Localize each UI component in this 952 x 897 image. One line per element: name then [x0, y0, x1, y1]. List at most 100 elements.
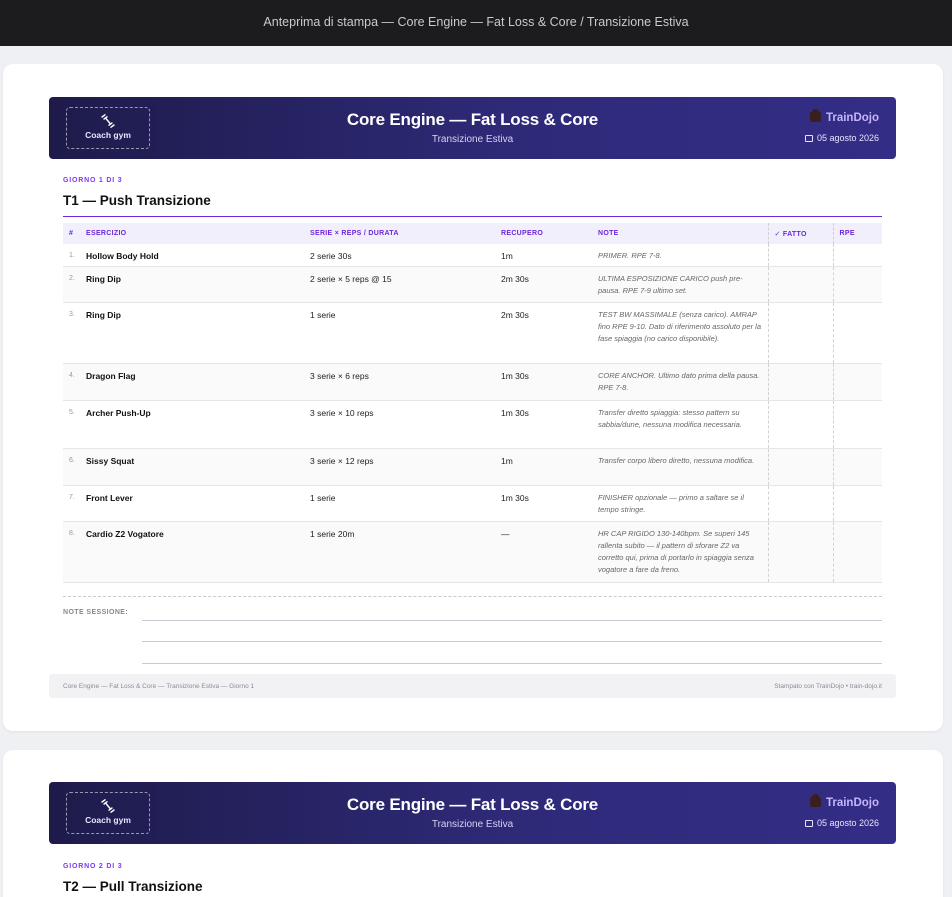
title-rule: [63, 216, 882, 217]
date-text: 05 agosto 2026: [816, 818, 879, 828]
rpe-cell[interactable]: [832, 521, 882, 583]
row-num: 7.: [63, 485, 80, 522]
calendar-icon: [804, 135, 813, 142]
exercise-note: CORE ANCHOR. Ultimo dato prima della pau…: [592, 363, 768, 401]
rpe-cell[interactable]: [832, 244, 882, 267]
done-cell[interactable]: [767, 485, 833, 522]
exercise-note: HR CAP RIGIDO 130-140bpm. Se superi 145 …: [592, 521, 768, 583]
table-header-row: # ESERCIZIO SERIE × REPS / DURATA RECUPE…: [63, 223, 882, 244]
notes-line[interactable]: [142, 620, 882, 621]
done-cell[interactable]: [767, 400, 833, 449]
program-title: Core Engine — Fat Loss & Core: [346, 110, 599, 129]
rpe-cell[interactable]: [832, 448, 882, 486]
exercise-sets: 2 serie × 5 reps @ 15: [304, 266, 495, 303]
col-rpe: RPE: [832, 223, 882, 244]
program-title: Core Engine — Fat Loss & Core: [346, 795, 599, 814]
day-kicker: GIORNO 1 DI 3: [63, 177, 123, 184]
table-row: 6. Sissy Squat 3 serie × 12 reps 1m Tran…: [63, 448, 882, 486]
exercise-name: Hollow Body Hold: [80, 244, 304, 267]
exercise-name: Front Lever: [80, 485, 304, 522]
rpe-cell[interactable]: [832, 485, 882, 522]
table-row: 2. Ring Dip 2 serie × 5 reps @ 15 2m 30s…: [63, 266, 882, 303]
exercise-rest: 1m 30s: [495, 400, 592, 449]
window-title: Anteprima di stampa — Core Engine — Fat …: [263, 15, 689, 29]
program-banner: Coach gym Core Engine — Fat Loss & Core …: [49, 782, 896, 844]
row-num: 2.: [63, 266, 80, 303]
table-row: 4. Dragon Flag 3 serie × 6 reps 1m 30s C…: [63, 363, 882, 401]
dojo-logo-icon: [809, 794, 821, 807]
print-page-2: Coach gym Core Engine — Fat Loss & Core …: [3, 750, 943, 897]
exercise-sets: 1 serie: [304, 485, 495, 522]
exercise-note: PRIMER. RPE 7-8.: [592, 244, 768, 267]
brand: TrainDojo: [809, 794, 879, 809]
done-cell[interactable]: [767, 363, 833, 401]
exercise-name: Archer Push-Up: [80, 400, 304, 449]
col-done: ✓ FATTO: [767, 223, 833, 244]
rpe-cell[interactable]: [832, 266, 882, 303]
row-num: 8.: [63, 521, 80, 583]
exercise-rest: 1m 30s: [495, 485, 592, 522]
table-row: 7. Front Lever 1 serie 1m 30s FINISHER o…: [63, 485, 882, 522]
exercise-sets: 3 serie × 6 reps: [304, 363, 495, 401]
notes-separator: [63, 596, 882, 597]
print-preview-titlebar: Anteprima di stampa — Core Engine — Fat …: [0, 0, 952, 46]
page-footer: Core Engine — Fat Loss & Core — Transizi…: [49, 674, 896, 698]
day-title: T1 — Push Transizione: [63, 193, 211, 208]
date-text: 05 agosto 2026: [816, 133, 879, 143]
exercise-rest: 2m 30s: [495, 302, 592, 364]
footer-left: Core Engine — Fat Loss & Core — Transizi…: [63, 683, 255, 690]
notes-line[interactable]: [142, 641, 882, 642]
day-kicker: GIORNO 2 DI 3: [63, 863, 123, 870]
exercise-rest: 1m: [495, 448, 592, 486]
rpe-cell[interactable]: [832, 302, 882, 364]
exercise-note: Transfer diretto spiaggia: stesso patter…: [592, 400, 768, 449]
exercise-name: Ring Dip: [80, 266, 304, 303]
row-num: 6.: [63, 448, 80, 486]
exercise-sets: 3 serie × 10 reps: [304, 400, 495, 449]
brand-name: TrainDojo: [825, 112, 879, 124]
brand: TrainDojo: [809, 109, 879, 124]
exercise-note: Transfer corpo libero diretto, nessuna m…: [592, 448, 768, 486]
row-num: 1.: [63, 244, 80, 267]
col-num: #: [63, 223, 80, 244]
exercise-sets: 1 serie 20m: [304, 521, 495, 583]
exercise-sets: 3 serie × 12 reps: [304, 448, 495, 486]
row-num: 5.: [63, 400, 80, 449]
col-sets: SERIE × REPS / DURATA: [304, 223, 495, 244]
dojo-logo-icon: [809, 109, 821, 122]
exercise-name: Sissy Squat: [80, 448, 304, 486]
col-rest: RECUPERO: [495, 223, 592, 244]
rpe-cell[interactable]: [832, 363, 882, 401]
exercise-sets: 1 serie: [304, 302, 495, 364]
exercise-rest: 2m 30s: [495, 266, 592, 303]
print-page-1: Coach gym Core Engine — Fat Loss & Core …: [3, 64, 943, 731]
program-subtitle: Transizione Estiva: [431, 819, 514, 830]
done-cell[interactable]: [767, 521, 833, 583]
done-cell[interactable]: [767, 302, 833, 364]
exercise-name: Dragon Flag: [80, 363, 304, 401]
table-row: 1. Hollow Body Hold 2 serie 30s 1m PRIME…: [63, 244, 882, 267]
exercise-rest: 1m 30s: [495, 363, 592, 401]
done-cell[interactable]: [767, 448, 833, 486]
col-exercise: ESERCIZIO: [80, 223, 304, 244]
footer-right: Stampato con TrainDojo • train-dojo.it: [774, 683, 882, 690]
col-notes: NOTE: [592, 223, 768, 244]
done-cell[interactable]: [767, 244, 833, 267]
program-banner: Coach gym Core Engine — Fat Loss & Core …: [49, 97, 896, 159]
exercise-note: TEST BW MASSIMALE (senza carico). AMRAP …: [592, 302, 768, 364]
exercise-table: # ESERCIZIO SERIE × REPS / DURATA RECUPE…: [63, 223, 882, 583]
exercise-note: ULTIMA ESPOSIZIONE CARICO push pre-pausa…: [592, 266, 768, 303]
brand-name: TrainDojo: [825, 797, 879, 809]
done-cell[interactable]: [767, 266, 833, 303]
rpe-cell[interactable]: [832, 400, 882, 449]
exercise-rest: 1m: [495, 244, 592, 267]
exercise-name: Ring Dip: [80, 302, 304, 364]
print-date: 05 agosto 2026: [804, 133, 879, 143]
print-date: 05 agosto 2026: [804, 818, 879, 828]
notes-line[interactable]: [142, 663, 882, 664]
exercise-sets: 2 serie 30s: [304, 244, 495, 267]
table-row: 8. Cardio Z2 Vogatore 1 serie 20m — HR C…: [63, 521, 882, 583]
calendar-icon: [804, 820, 813, 827]
exercise-name: Cardio Z2 Vogatore: [80, 521, 304, 583]
exercise-rest: —: [495, 521, 592, 583]
